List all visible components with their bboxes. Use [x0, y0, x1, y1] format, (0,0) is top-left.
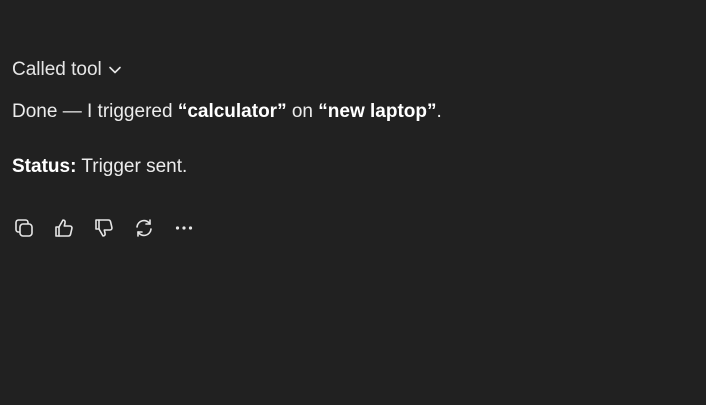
response-text: Done — I triggered “calculator” on “new …	[12, 99, 692, 125]
assistant-message: Called tool Done — I triggered “calculat…	[12, 57, 692, 180]
status-value: Trigger sent.	[76, 156, 188, 177]
chevron-down-icon	[108, 63, 122, 77]
status-label: Status:	[12, 156, 77, 177]
thumbs-up-button[interactable]	[52, 216, 76, 240]
copy-icon	[13, 217, 35, 239]
response-device: “new laptop”	[318, 101, 437, 122]
thumbs-down-button[interactable]	[92, 216, 116, 240]
more-button[interactable]	[172, 216, 196, 240]
response-middle: on	[286, 101, 319, 122]
message-actions	[12, 216, 212, 240]
refresh-icon	[133, 217, 155, 239]
called-tool-toggle[interactable]: Called tool	[12, 57, 122, 83]
thumbs-up-icon	[53, 217, 75, 239]
regenerate-button[interactable]	[132, 216, 156, 240]
status-line: Status: Trigger sent.	[12, 154, 692, 180]
response-target: “calculator”	[177, 101, 287, 122]
called-tool-label: Called tool	[12, 59, 102, 80]
more-horizontal-icon	[173, 217, 195, 239]
response-prefix: Done — I triggered	[12, 101, 178, 122]
thumbs-down-icon	[93, 217, 115, 239]
copy-button[interactable]	[12, 216, 36, 240]
response-suffix: .	[436, 101, 442, 122]
